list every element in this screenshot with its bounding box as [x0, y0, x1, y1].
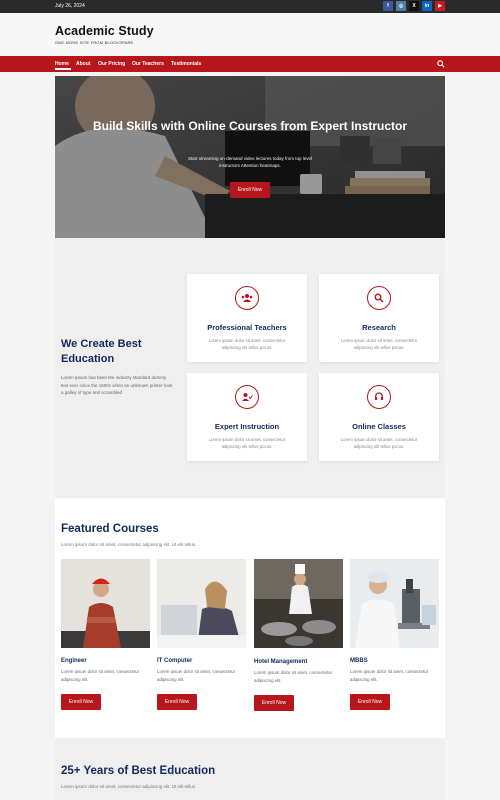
course-name: IT Computer — [157, 658, 193, 664]
card-title: Research — [362, 323, 396, 332]
course-text: Lorem ipsum dolor sit amet, consectetur … — [61, 669, 140, 682]
course-image-it-computer[interactable] — [157, 559, 246, 648]
course-image-engineer[interactable] — [61, 559, 150, 648]
feature-card-online-classes[interactable]: Online Classes Lorem ipsum dolor sit ame… — [319, 373, 439, 461]
facebook-icon[interactable]: f — [383, 1, 393, 11]
hero-enroll-button[interactable]: Enroll Now — [230, 182, 270, 198]
main-nav: Home About Our Pricing Our Teachers Test… — [0, 56, 500, 72]
card-title: Professional Teachers — [207, 323, 287, 332]
x-icon[interactable]: X — [409, 1, 419, 11]
card-text: Lorem ipsum dolor sit amet, consectetur … — [208, 437, 286, 449]
experience-subtitle: Lorem ipsum dolor sit amet, consectetur … — [61, 784, 197, 789]
users-icon — [235, 286, 259, 310]
social-links: f ◎ X in ▶ — [383, 1, 445, 11]
nav-item-home[interactable]: Home — [55, 61, 69, 68]
featured-courses-section: Featured Courses Lorem ipsum dolor sit a… — [55, 498, 445, 738]
experience-title: 25+ Years of Best Education — [61, 765, 216, 777]
search-icon — [367, 286, 391, 310]
youtube-icon[interactable]: ▶ — [435, 1, 445, 11]
card-title: Online Classes — [352, 422, 406, 431]
site-tagline: ONE MORE SITE FROM BLOCKSPARE — [55, 40, 134, 45]
feature-card-professional-teachers[interactable]: Professional Teachers Lorem ipsum dolor … — [187, 274, 307, 362]
search-icon[interactable] — [437, 60, 445, 68]
courses-title: Featured Courses — [61, 523, 159, 535]
nav-item-testimonials[interactable]: Testimonials — [171, 61, 201, 68]
card-text: Lorem ipsum dolor sit amet, consectetur … — [208, 338, 286, 350]
instagram-icon[interactable]: ◎ — [396, 1, 406, 11]
active-indicator — [55, 68, 71, 70]
hero-subtitle: Start streaming on-demand video lectures… — [187, 156, 313, 168]
top-bar: July 26, 2024 f ◎ X in ▶ — [0, 0, 500, 13]
course-image-mbbs[interactable] — [350, 559, 439, 648]
course-name: MBBS — [350, 658, 368, 664]
course-enroll-button[interactable]: Enroll Now — [157, 694, 197, 710]
features-section: We Create Best Education Lorem Ipsum has… — [55, 238, 445, 498]
site-header: Academic Study ONE MORE SITE FROM BLOCKS… — [0, 13, 500, 56]
course-text: Lorem ipsum dolor sit amet, consectetur … — [350, 669, 429, 682]
course-enroll-button[interactable]: Enroll Now — [350, 694, 390, 710]
card-text: Lorem ipsum dolor sit amet, consectetur … — [340, 338, 418, 350]
user-check-icon — [235, 385, 259, 409]
card-title: Expert Instruction — [214, 422, 280, 431]
course-name: Hotel Management — [254, 659, 308, 665]
experience-section: 25+ Years of Best Education Lorem ipsum … — [55, 738, 445, 800]
nav-item-our-teachers[interactable]: Our Teachers — [132, 61, 164, 68]
feature-card-expert-instruction[interactable]: Expert Instruction Lorem ipsum dolor sit… — [187, 373, 307, 461]
card-text: Lorem ipsum dolor sit amet, consectetur … — [340, 437, 418, 449]
course-text: Lorem ipsum dolor sit amet, consectetur … — [254, 670, 333, 683]
site-title[interactable]: Academic Study — [55, 24, 154, 38]
course-enroll-button[interactable]: Enroll Now — [61, 694, 101, 710]
course-text: Lorem ipsum dolor sit amet, consectetur … — [157, 669, 236, 682]
features-description: Lorem Ipsum has been the industry standa… — [61, 375, 173, 395]
nav-item-our-pricing[interactable]: Our Pricing — [98, 61, 125, 68]
features-title: We Create Best Education — [61, 338, 142, 365]
courses-subtitle: Lorem ipsum dolor sit amet, consectetur … — [61, 542, 197, 547]
course-image-hotel-management[interactable] — [254, 559, 343, 648]
feature-card-research[interactable]: Research Lorem ipsum dolor sit amet, con… — [319, 274, 439, 362]
linkedin-icon[interactable]: in — [422, 1, 432, 11]
hero-title: Build Skills with Online Courses from Ex… — [92, 119, 408, 133]
headset-icon — [367, 385, 391, 409]
course-name: Engineer — [61, 658, 87, 664]
nav-item-about[interactable]: About — [76, 61, 90, 68]
current-date: July 26, 2024 — [55, 3, 85, 9]
course-enroll-button[interactable]: Enroll Now — [254, 695, 294, 711]
hero-banner: Build Skills with Online Courses from Ex… — [55, 76, 445, 238]
